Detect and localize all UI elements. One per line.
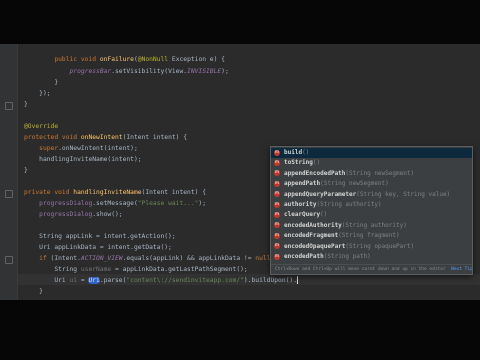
code-line[interactable]: }); (24, 88, 50, 99)
code-token: null (255, 255, 271, 262)
method-params: () (320, 211, 328, 219)
autocomplete-item[interactable]: m appendEncodedPath(String newSegment) (271, 169, 472, 179)
method-icon: m (274, 191, 280, 198)
method-name: clearQuery() (284, 211, 328, 219)
code-line[interactable]: Uri ui = Uri.parse("content\://sendinvit… (24, 275, 298, 286)
method-icon: m (274, 253, 280, 260)
code-token: ui (69, 277, 78, 284)
code-token: public void (54, 56, 100, 63)
code-line[interactable]: } (24, 286, 43, 297)
method-name: encodedOpaquePart(String opaquePart) (284, 242, 415, 250)
method-params: (String opaquePart) (345, 242, 415, 250)
autocomplete-item[interactable]: m clearQuery() (271, 210, 472, 220)
code-line[interactable]: String userName = appLinkData.getLastPat… (24, 264, 247, 275)
code-line[interactable]: @Override (24, 121, 58, 132)
code-line[interactable]: Uri appLinkData = intent.getData(); (24, 242, 172, 253)
autocomplete-item[interactable]: m encodedAuthority(String authority) (271, 221, 472, 231)
method-name: toString() (284, 159, 321, 167)
method-name: authority(String authority) (284, 201, 382, 208)
method-icon: m (274, 180, 280, 187)
code-token: handlingInviteName (73, 189, 142, 196)
text-caret (297, 276, 298, 284)
code-line[interactable]: protected void onNewIntent(Intent intent… (24, 132, 187, 143)
autocomplete-hint: Ctrl+Down and Ctrl+Up will move caret do… (271, 264, 472, 274)
code-token: @Override (24, 123, 59, 130)
method-name: encodedPath(String path) (284, 253, 371, 260)
method-params: (String fragment) (338, 232, 400, 240)
code-line[interactable]: progressBar.setVisibility(View.INVISIBLE… (24, 66, 229, 77)
code-token: super (39, 145, 59, 152)
code-token: protected void (24, 134, 81, 141)
method-name: encodedAuthority(String authority) (284, 221, 407, 229)
autocomplete-popup[interactable]: m build() m toString() m appendEncodedPath(St… (270, 146, 473, 275)
code-line[interactable]: private void handlingInviteName(Intent i… (24, 187, 206, 198)
code-line[interactable]: public void onFailure(@NonNull Exception… (24, 54, 225, 65)
video-letterbox-bottom (0, 300, 480, 360)
code-line[interactable]: if (Intent.ACTION_VIEW.equals(appLink) &… (24, 253, 282, 264)
code-line[interactable]: String appLink = intent.getAction(); (24, 231, 176, 242)
code-line[interactable]: progressDialog.setMessage("Please wait..… (24, 198, 206, 209)
editor-gutter (0, 44, 18, 300)
method-name: appendQueryParameter(String key, String … (284, 190, 451, 198)
method-params: (String newSegment) (320, 180, 389, 188)
code-token: "content\://sendinviteapp.com/" (126, 277, 244, 284)
method-icon: m (274, 243, 280, 250)
method-icon: m (274, 159, 280, 166)
code-token: onNewIntent (80, 134, 123, 141)
method-params: (String key, String value) (356, 190, 451, 198)
code-token: onFailure (99, 56, 134, 63)
code-token: if (39, 255, 51, 262)
method-name: appendPath(String newSegment) (284, 180, 389, 188)
method-icon: m (274, 170, 280, 177)
method-icon: m (274, 149, 280, 156)
code-token: INVISIBLE (187, 68, 222, 75)
method-params: (String authority) (316, 201, 382, 208)
code-token: progressDialog (39, 211, 93, 218)
autocomplete-item[interactable]: m toString() (271, 158, 472, 168)
autocomplete-item[interactable]: m appendQueryParameter(String key, String… (271, 190, 472, 200)
fold-icon[interactable] (5, 256, 13, 264)
code-token: progressDialog (39, 200, 93, 207)
method-params: (String authority) (341, 221, 407, 229)
autocomplete-item[interactable]: m encodedFragment(String fragment) (271, 231, 472, 241)
code-line[interactable]: progressDialog.show(); (24, 209, 122, 220)
method-icon: m (274, 232, 280, 239)
code-line[interactable]: } (24, 77, 58, 88)
code-line[interactable]: } (24, 165, 28, 176)
code-line[interactable]: } (24, 99, 28, 110)
method-name: encodedFragment(String fragment) (284, 232, 400, 240)
method-name: appendEncodedPath(String newSegment) (284, 169, 415, 177)
method-icon: m (274, 201, 280, 208)
code-token: ACTION_VIEW (80, 255, 123, 262)
code-token: "Please wait..." (137, 200, 199, 207)
code-token: Uri (88, 277, 100, 284)
video-letterbox-top (0, 0, 480, 44)
next-tip-link[interactable]: Next Tip (451, 267, 472, 272)
code-line[interactable]: handlingInviteName(intent); (24, 154, 141, 165)
method-params: () (302, 149, 310, 156)
fold-icon[interactable] (5, 190, 13, 198)
method-name: build() (284, 149, 310, 156)
code-line[interactable]: super.onNewIntent(intent); (24, 143, 138, 154)
autocomplete-item[interactable]: m encodedPath(String path) (271, 252, 472, 262)
method-icon: m (274, 222, 280, 229)
autocomplete-item[interactable]: m build() (271, 148, 472, 158)
code-token: private void (24, 189, 74, 196)
method-icon: m (274, 211, 280, 218)
method-params: (String path) (323, 253, 371, 260)
fold-icon[interactable] (5, 102, 13, 110)
code-token: userName (80, 266, 112, 273)
code-token: @NonNull (137, 56, 169, 63)
code-token: progressBar (69, 68, 112, 75)
autocomplete-item[interactable]: m appendPath(String newSegment) (271, 179, 472, 189)
method-params: () (312, 159, 321, 167)
autocomplete-item[interactable]: m authority(String authority) (271, 200, 472, 210)
autocomplete-item[interactable]: m encodedOpaquePart(String opaquePart) (271, 242, 472, 252)
method-params: (String newSegment) (345, 169, 415, 177)
